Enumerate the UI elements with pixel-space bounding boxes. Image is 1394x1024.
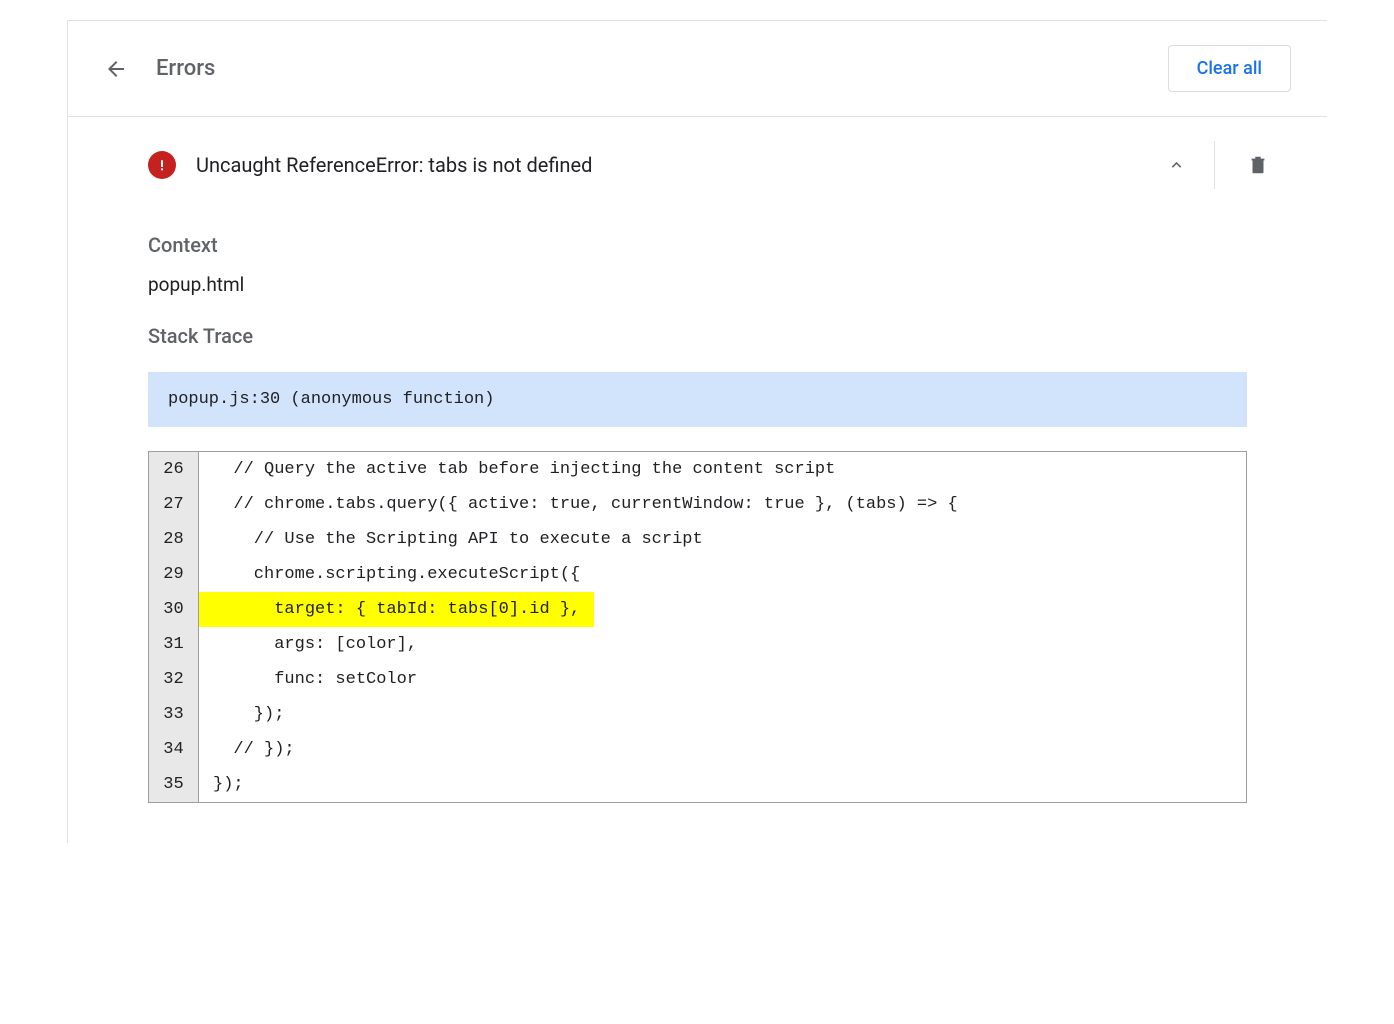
clear-all-button[interactable]: Clear all bbox=[1168, 45, 1291, 92]
line-number: 29 bbox=[149, 557, 199, 592]
error-row: Uncaught ReferenceError: tabs is not def… bbox=[68, 117, 1327, 213]
line-code: // Use the Scripting API to execute a sc… bbox=[199, 522, 1246, 557]
collapse-button[interactable] bbox=[1167, 141, 1215, 189]
code-line: 31 args: [color], bbox=[149, 627, 1246, 662]
error-details: Context popup.html Stack Trace popup.js:… bbox=[68, 213, 1327, 843]
line-number: 26 bbox=[149, 452, 199, 487]
error-row-left: Uncaught ReferenceError: tabs is not def… bbox=[148, 151, 592, 179]
line-number: 30 bbox=[149, 592, 199, 627]
line-number: 27 bbox=[149, 487, 199, 522]
line-code: args: [color], bbox=[199, 627, 1246, 662]
code-cell: }); bbox=[199, 697, 1246, 732]
line-code: // chrome.tabs.query({ active: true, cur… bbox=[199, 487, 1246, 522]
header: Errors Clear all bbox=[68, 21, 1327, 117]
stack-trace-label: Stack Trace bbox=[148, 324, 1247, 348]
line-number: 35 bbox=[149, 767, 199, 802]
line-number: 33 bbox=[149, 697, 199, 732]
code-line: 29 chrome.scripting.executeScript({ bbox=[149, 557, 1246, 592]
line-number: 31 bbox=[149, 627, 199, 662]
line-number: 32 bbox=[149, 662, 199, 697]
page-title: Errors bbox=[156, 56, 215, 81]
code-cell: // chrome.tabs.query({ active: true, cur… bbox=[199, 487, 1246, 522]
code-block: 26 // Query the active tab before inject… bbox=[148, 451, 1247, 803]
code-cell: // }); bbox=[199, 732, 1246, 767]
code-line: 33 }); bbox=[149, 697, 1246, 732]
chevron-up-icon bbox=[1167, 155, 1186, 175]
delete-button[interactable] bbox=[1243, 141, 1291, 189]
line-number: 28 bbox=[149, 522, 199, 557]
code-cell: target: { tabId: tabs[0].id }, bbox=[199, 592, 1246, 627]
trash-icon bbox=[1247, 154, 1269, 176]
code-line: 26 // Query the active tab before inject… bbox=[149, 452, 1246, 487]
line-code: chrome.scripting.executeScript({ bbox=[199, 557, 1246, 592]
code-line: 35}); bbox=[149, 767, 1246, 802]
code-line: 34 // }); bbox=[149, 732, 1246, 767]
line-number: 34 bbox=[149, 732, 199, 767]
code-cell: args: [color], bbox=[199, 627, 1246, 662]
code-cell: }); bbox=[199, 767, 1246, 802]
line-code: // Query the active tab before injecting… bbox=[199, 452, 1246, 487]
code-line: 30 target: { tabId: tabs[0].id }, bbox=[149, 592, 1246, 627]
error-actions bbox=[1167, 141, 1291, 189]
line-code: }); bbox=[199, 767, 1246, 802]
line-code: target: { tabId: tabs[0].id }, bbox=[199, 592, 594, 627]
header-left: Errors bbox=[104, 56, 215, 81]
code-cell: // Query the active tab before injecting… bbox=[199, 452, 1246, 487]
back-arrow-icon[interactable] bbox=[104, 57, 128, 81]
code-cell: chrome.scripting.executeScript({ bbox=[199, 557, 1246, 592]
stack-trace-location[interactable]: popup.js:30 (anonymous function) bbox=[148, 372, 1247, 427]
errors-panel: Errors Clear all Uncaught ReferenceError… bbox=[67, 20, 1327, 843]
context-value: popup.html bbox=[148, 273, 1247, 296]
error-message: Uncaught ReferenceError: tabs is not def… bbox=[196, 153, 592, 177]
code-line: 27 // chrome.tabs.query({ active: true, … bbox=[149, 487, 1246, 522]
context-label: Context bbox=[148, 233, 1247, 257]
error-badge-icon bbox=[148, 151, 176, 179]
line-code: }); bbox=[199, 697, 1246, 732]
line-code: func: setColor bbox=[199, 662, 1246, 697]
code-cell: func: setColor bbox=[199, 662, 1246, 697]
code-cell: // Use the Scripting API to execute a sc… bbox=[199, 522, 1246, 557]
line-code: // }); bbox=[199, 732, 1246, 767]
code-line: 28 // Use the Scripting API to execute a… bbox=[149, 522, 1246, 557]
code-line: 32 func: setColor bbox=[149, 662, 1246, 697]
